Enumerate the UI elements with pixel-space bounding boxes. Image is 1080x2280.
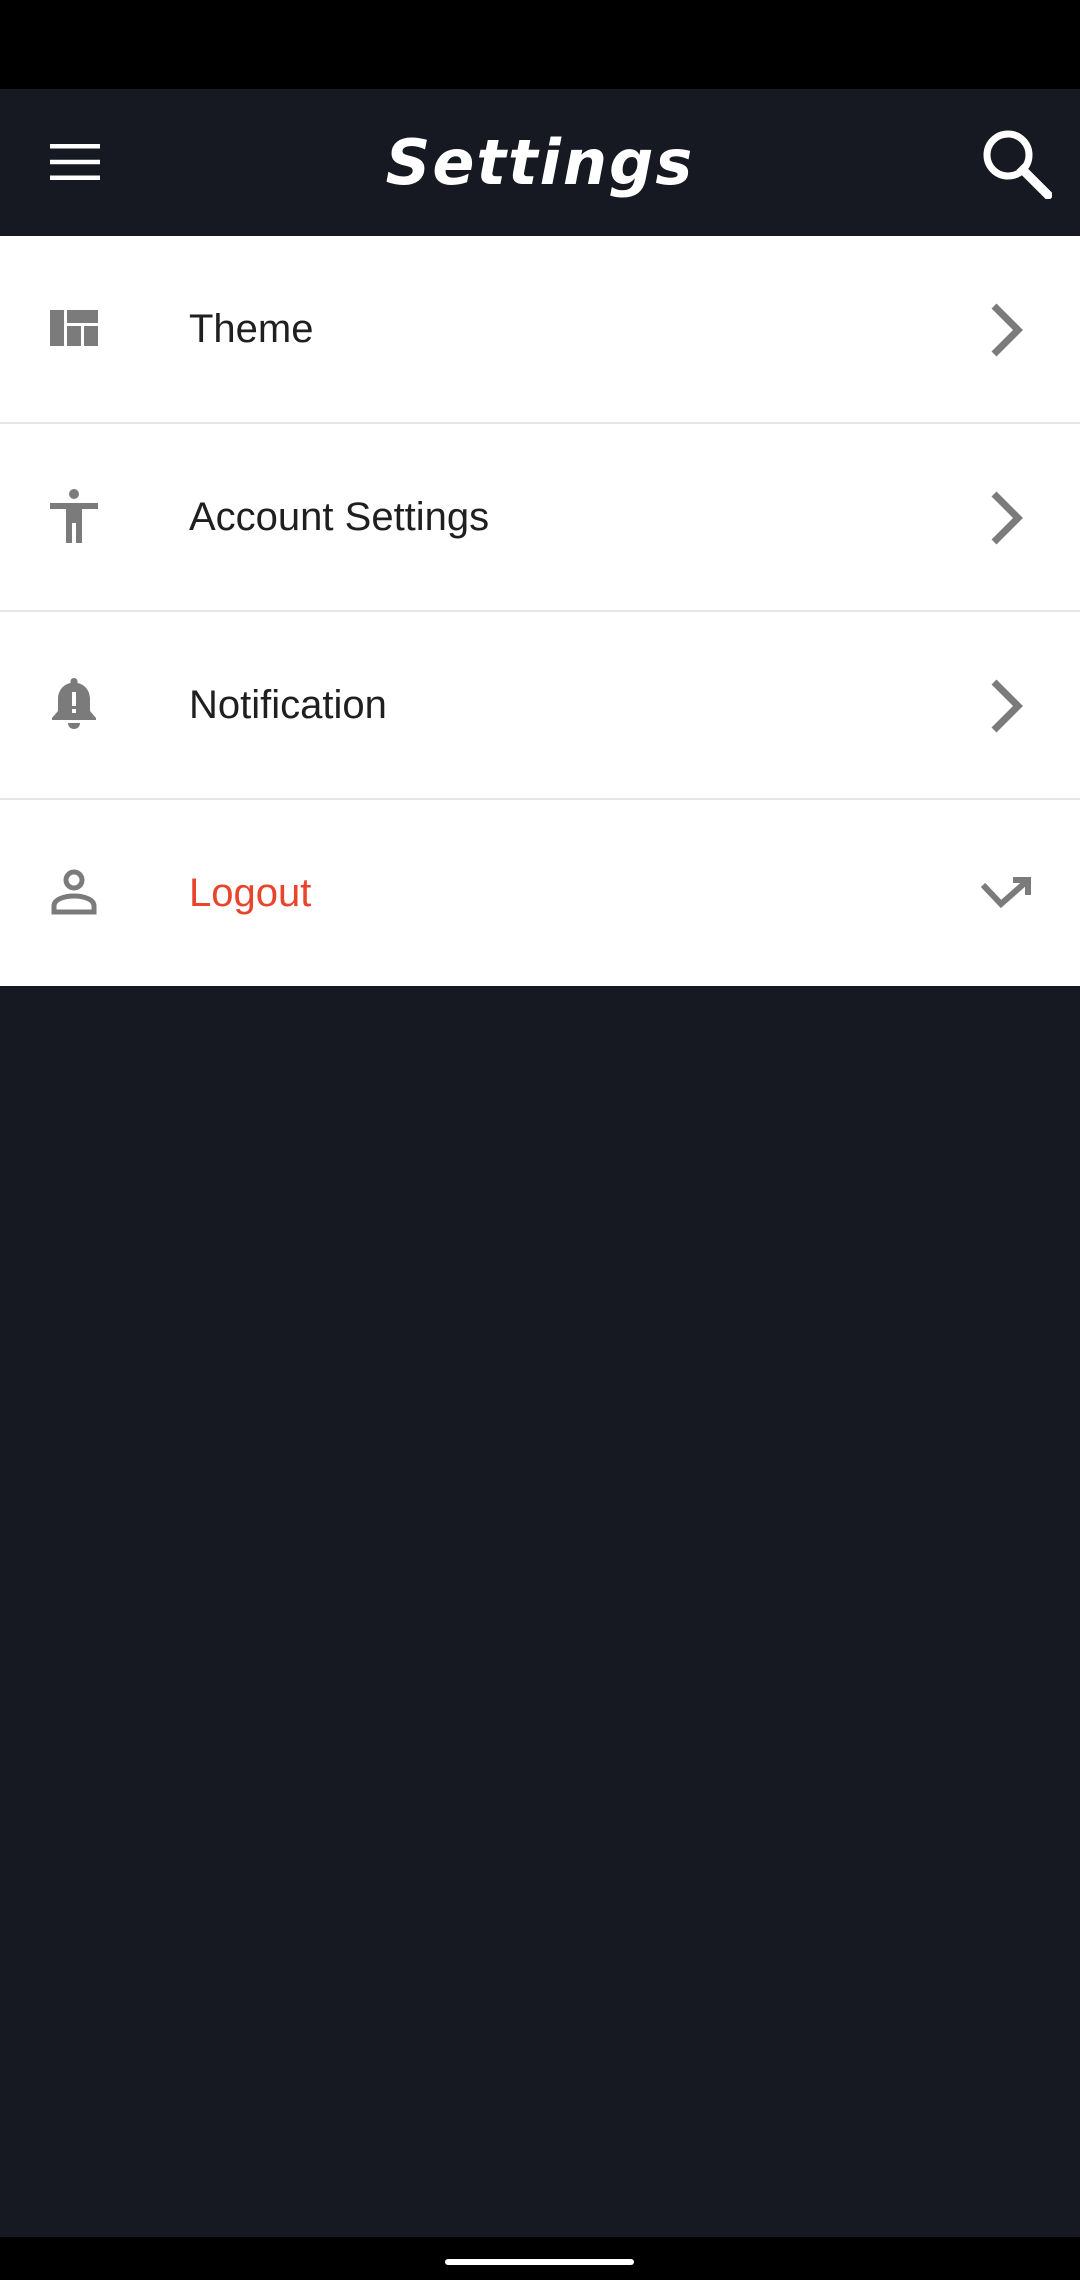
settings-item-account-settings[interactable]: Account Settings xyxy=(0,424,1080,612)
call-missed-outgoing-icon xyxy=(970,858,1042,930)
chevron-right-icon xyxy=(970,294,1042,366)
home-indicator[interactable] xyxy=(445,2259,634,2265)
search-button[interactable] xyxy=(966,113,1066,213)
notification-important-icon xyxy=(46,676,102,732)
settings-item-label: Account Settings xyxy=(189,494,490,539)
settings-item-theme[interactable]: Theme xyxy=(0,236,1080,424)
settings-item-label: Theme xyxy=(189,306,314,351)
accessibility-icon xyxy=(46,488,102,544)
app-bar: Settings xyxy=(0,89,1080,236)
search-icon xyxy=(983,130,1052,199)
settings-list: Theme Account Settings Notification Logo… xyxy=(0,236,1080,986)
chevron-right-icon xyxy=(970,482,1042,554)
navigation-bar xyxy=(0,2237,1080,2280)
dashboard-icon xyxy=(46,300,102,356)
page-title: Settings xyxy=(385,126,695,199)
chevron-right-icon xyxy=(970,670,1042,742)
menu-button[interactable] xyxy=(30,117,120,207)
settings-item-notification[interactable]: Notification xyxy=(0,612,1080,800)
settings-item-logout[interactable]: Logout xyxy=(0,800,1080,986)
settings-item-label: Notification xyxy=(189,682,387,727)
menu-icon xyxy=(50,144,100,180)
settings-item-label: Logout xyxy=(189,870,312,915)
status-bar xyxy=(0,0,1080,89)
person-icon xyxy=(46,864,102,920)
